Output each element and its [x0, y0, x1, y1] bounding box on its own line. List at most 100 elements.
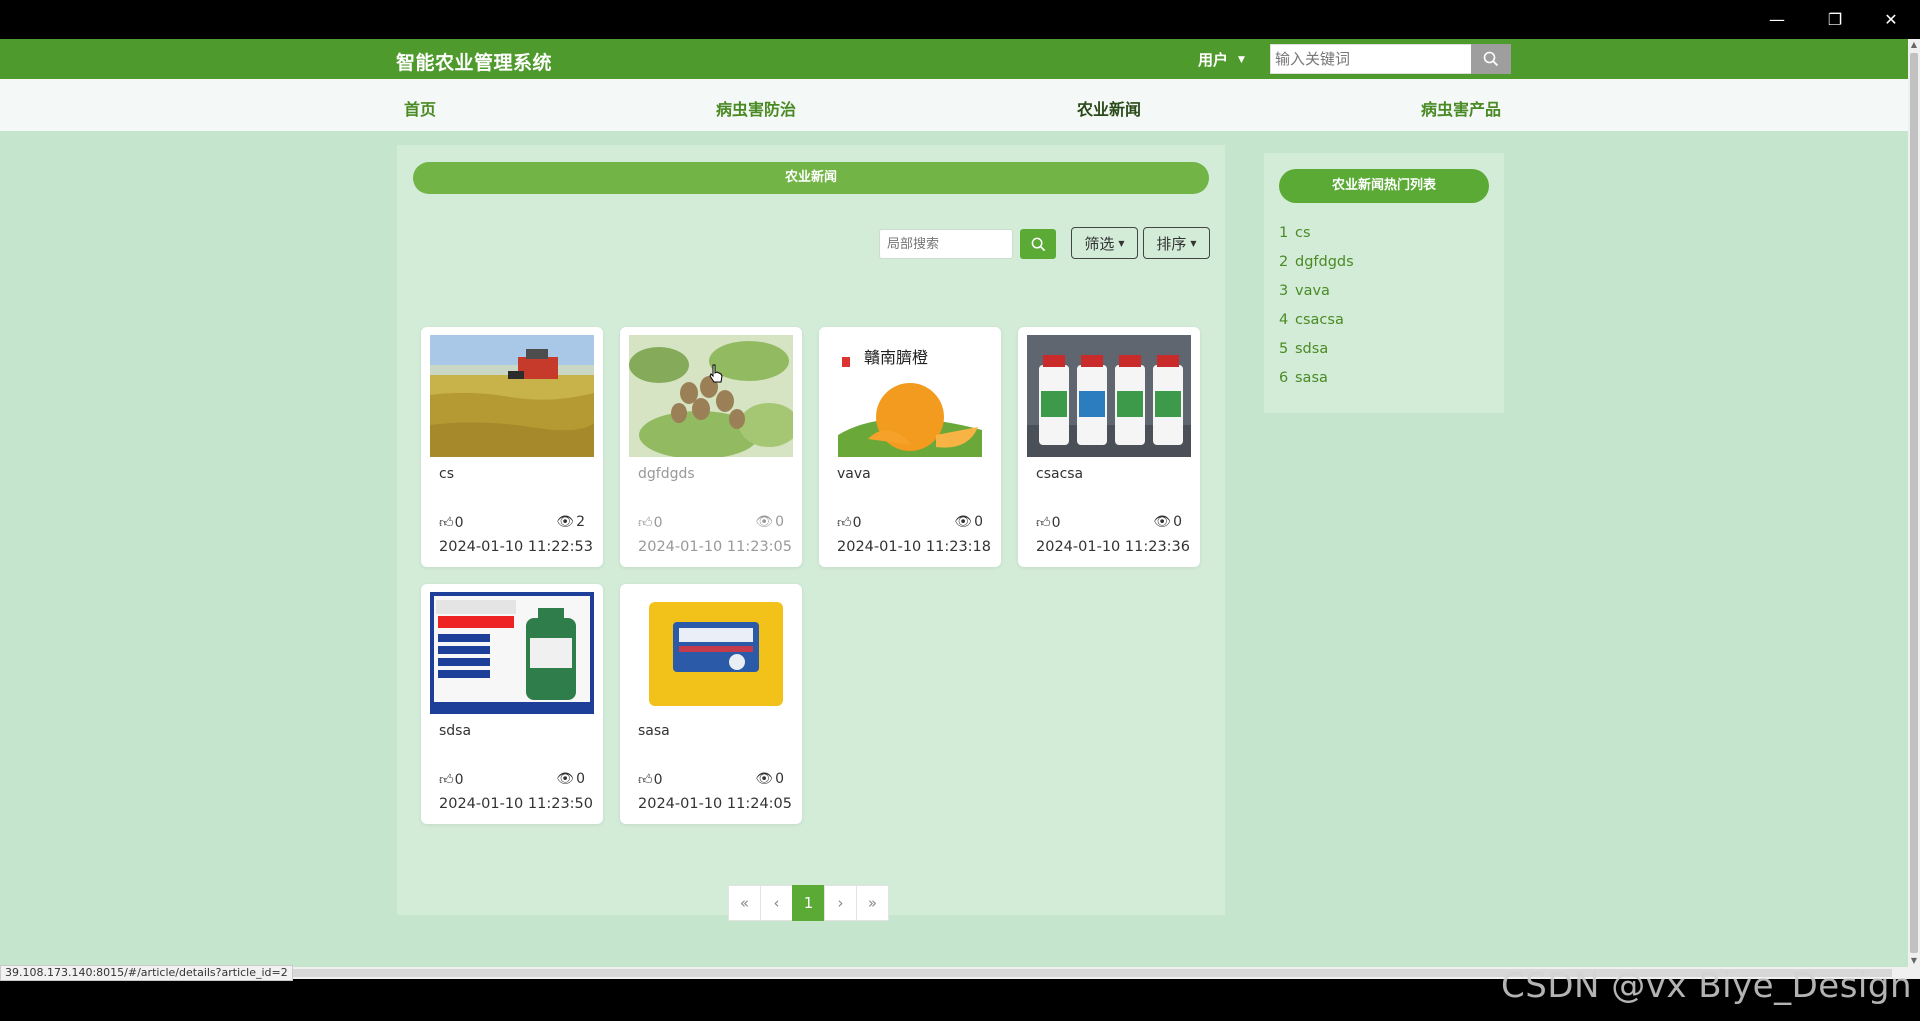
article-title: sasa — [638, 723, 670, 739]
user-menu[interactable]: 用户 ▼ — [1198, 49, 1245, 70]
svg-text:贛南臍橙: 贛南臍橙 — [864, 348, 928, 367]
close-icon: ✕ — [1884, 10, 1898, 29]
nav-item-agri-news[interactable]: 农业新闻 — [1077, 96, 1141, 120]
hot-list-item[interactable]: 5 sdsa — [1279, 341, 1328, 357]
last-page-button[interactable]: » — [856, 885, 889, 921]
scroll-up-icon[interactable]: ▲ — [1908, 39, 1920, 51]
article-views: 👁︎ 0 — [1153, 514, 1182, 530]
search-input[interactable] — [1270, 44, 1471, 74]
article-title: csacsa — [1036, 466, 1084, 482]
eye-icon: 👁︎ — [755, 514, 774, 530]
article-card[interactable]: sdsa 👍︎ 0 👁︎ 0 2024-01-10 11:23:50 — [421, 584, 603, 824]
thumbs-up-icon: 👍︎ — [439, 772, 454, 788]
page-button-current[interactable]: 1 — [792, 885, 825, 921]
article-date: 2024-01-10 11:23:05 — [638, 539, 792, 555]
article-date: 2024-01-10 11:22:53 — [439, 539, 593, 555]
article-likes: 👍︎ 0 — [439, 514, 464, 532]
thumbs-up-icon: 👍︎ — [638, 515, 653, 531]
prev-page-button[interactable]: ‹ — [760, 885, 793, 921]
article-title: sdsa — [439, 723, 472, 739]
minimize-icon: — — [1769, 10, 1785, 29]
hot-list-item[interactable]: 6 sasa — [1279, 370, 1328, 386]
hot-list-item[interactable]: 2 dgfdgds — [1279, 254, 1354, 270]
eye-icon: 👁︎ — [556, 771, 575, 787]
eye-icon: 👁︎ — [1153, 514, 1172, 530]
nav-item-home[interactable]: 首页 — [404, 96, 436, 120]
first-page-button[interactable]: « — [728, 885, 761, 921]
article-likes: 👍︎ 0 — [439, 771, 464, 789]
watermark: CSDN @vx Biye_Design — [1501, 966, 1912, 1006]
sort-label: 排序 — [1156, 234, 1187, 253]
site-title: 智能农业管理系统 — [396, 52, 553, 74]
article-date: 2024-01-10 11:23:36 — [1036, 539, 1190, 555]
hot-list-item[interactable]: 3 vava — [1279, 283, 1330, 299]
chevron-down-icon: ▼ — [1238, 54, 1245, 65]
browser-viewport: 智能农业管理系统 用户 ▼ 首页 病虫害防治 农业新闻 病虫害产品 农业新闻 筛… — [0, 39, 1908, 967]
article-date: 2024-01-10 11:24:05 — [638, 796, 792, 812]
chevron-down-icon: ▼ — [1118, 238, 1125, 248]
article-likes: 👍︎ 0 — [638, 514, 663, 532]
filter-label: 筛选 — [1084, 234, 1115, 253]
article-image-navel-orange: 贛南臍橙 — [828, 335, 992, 457]
eye-icon: 👁︎ — [755, 771, 774, 787]
site-header: 智能农业管理系统 用户 ▼ — [0, 39, 1908, 79]
article-views: 👁︎ 2 — [556, 514, 585, 530]
thumbs-up-icon: 👍︎ — [638, 772, 653, 788]
nav-item-pest-control[interactable]: 病虫害防治 — [716, 96, 796, 120]
article-image-fertilizer-bag — [629, 592, 793, 714]
article-title: cs — [439, 466, 454, 482]
search-icon — [1483, 51, 1499, 67]
article-views: 👁︎ 0 — [556, 771, 585, 787]
section-title: 农业新闻 — [413, 162, 1209, 194]
article-title: dgfdgds — [638, 466, 695, 482]
article-likes: 👍︎ 0 — [638, 771, 663, 789]
thumbs-up-icon: 👍︎ — [837, 515, 852, 531]
hot-list-item[interactable]: 1 cs — [1279, 225, 1311, 241]
article-date: 2024-01-10 11:23:18 — [837, 539, 991, 555]
main-nav: 首页 病虫害防治 农业新闻 病虫害产品 — [0, 79, 1908, 131]
search-button[interactable] — [1471, 44, 1511, 74]
nav-item-pest-products[interactable]: 病虫害产品 — [1421, 96, 1501, 120]
restore-button[interactable]: ❐ — [1806, 0, 1864, 39]
hot-list-panel: 农业新闻热门列表 1 cs 2 dgfdgds 3 vava 4 csacsa 5 sds… — [1264, 153, 1504, 413]
article-card[interactable]: csacsa 👍︎ 0 👁︎ 0 2024-01-10 11:23:36 — [1018, 327, 1200, 567]
local-search-button[interactable] — [1020, 229, 1056, 259]
article-card[interactable]: dgfdgds 👍︎ 0 👁︎ 0 2024-01-10 11:23:05 — [620, 327, 802, 567]
article-image-rice-harvester — [430, 335, 594, 457]
article-date: 2024-01-10 11:23:50 — [439, 796, 593, 812]
user-menu-label: 用户 — [1198, 51, 1229, 69]
article-image-pesticide-bottles — [1027, 335, 1191, 457]
article-views: 👁︎ 0 — [755, 514, 784, 530]
filter-button[interactable]: 筛选 ▼ — [1071, 227, 1138, 259]
search-icon — [1031, 237, 1045, 251]
article-image-kiwi-fruit — [629, 335, 793, 457]
article-card[interactable]: cs 👍︎ 0 👁︎ 2 2024-01-10 11:22:53 — [421, 327, 603, 567]
hot-list-item[interactable]: 4 csacsa — [1279, 312, 1344, 328]
chevron-down-icon: ▼ — [1190, 238, 1197, 248]
article-card[interactable]: 贛南臍橙 vava 👍︎ 0 👁︎ 0 2024-01-10 11:23:18 — [819, 327, 1001, 567]
local-search-input[interactable] — [879, 229, 1013, 259]
scrollbar-thumb[interactable] — [1910, 53, 1918, 953]
article-views: 👁︎ 0 — [755, 771, 784, 787]
article-likes: 👍︎ 0 — [837, 514, 862, 532]
article-views: 👁︎ 0 — [954, 514, 983, 530]
hand-cursor-icon — [709, 364, 723, 383]
next-page-button[interactable]: › — [824, 885, 857, 921]
minimize-button[interactable]: — — [1748, 0, 1806, 39]
status-bar-url: 39.108.173.140:8015/#/article/details?ar… — [0, 965, 293, 981]
article-image-insecticide-ad — [430, 592, 594, 714]
vertical-scrollbar[interactable]: ▲ ▼ — [1908, 39, 1920, 967]
close-button[interactable]: ✕ — [1862, 0, 1920, 39]
eye-icon: 👁︎ — [954, 514, 973, 530]
eye-icon: 👁︎ — [556, 514, 575, 530]
thumbs-up-icon: 👍︎ — [439, 515, 454, 531]
thumbs-up-icon: 👍︎ — [1036, 515, 1051, 531]
pagination: « ‹ 1 › » — [728, 885, 889, 921]
restore-icon: ❐ — [1827, 10, 1843, 29]
article-likes: 👍︎ 0 — [1036, 514, 1061, 532]
window-titlebar: — ❐ ✕ — [0, 0, 1920, 39]
article-card[interactable]: sasa 👍︎ 0 👁︎ 0 2024-01-10 11:24:05 — [620, 584, 802, 824]
article-title: vava — [837, 466, 871, 482]
news-panel: 农业新闻 筛选▼ 排序▼ cs 👍︎0 👁︎2 — [397, 145, 1225, 921]
sort-button[interactable]: 排序 ▼ — [1143, 227, 1210, 259]
